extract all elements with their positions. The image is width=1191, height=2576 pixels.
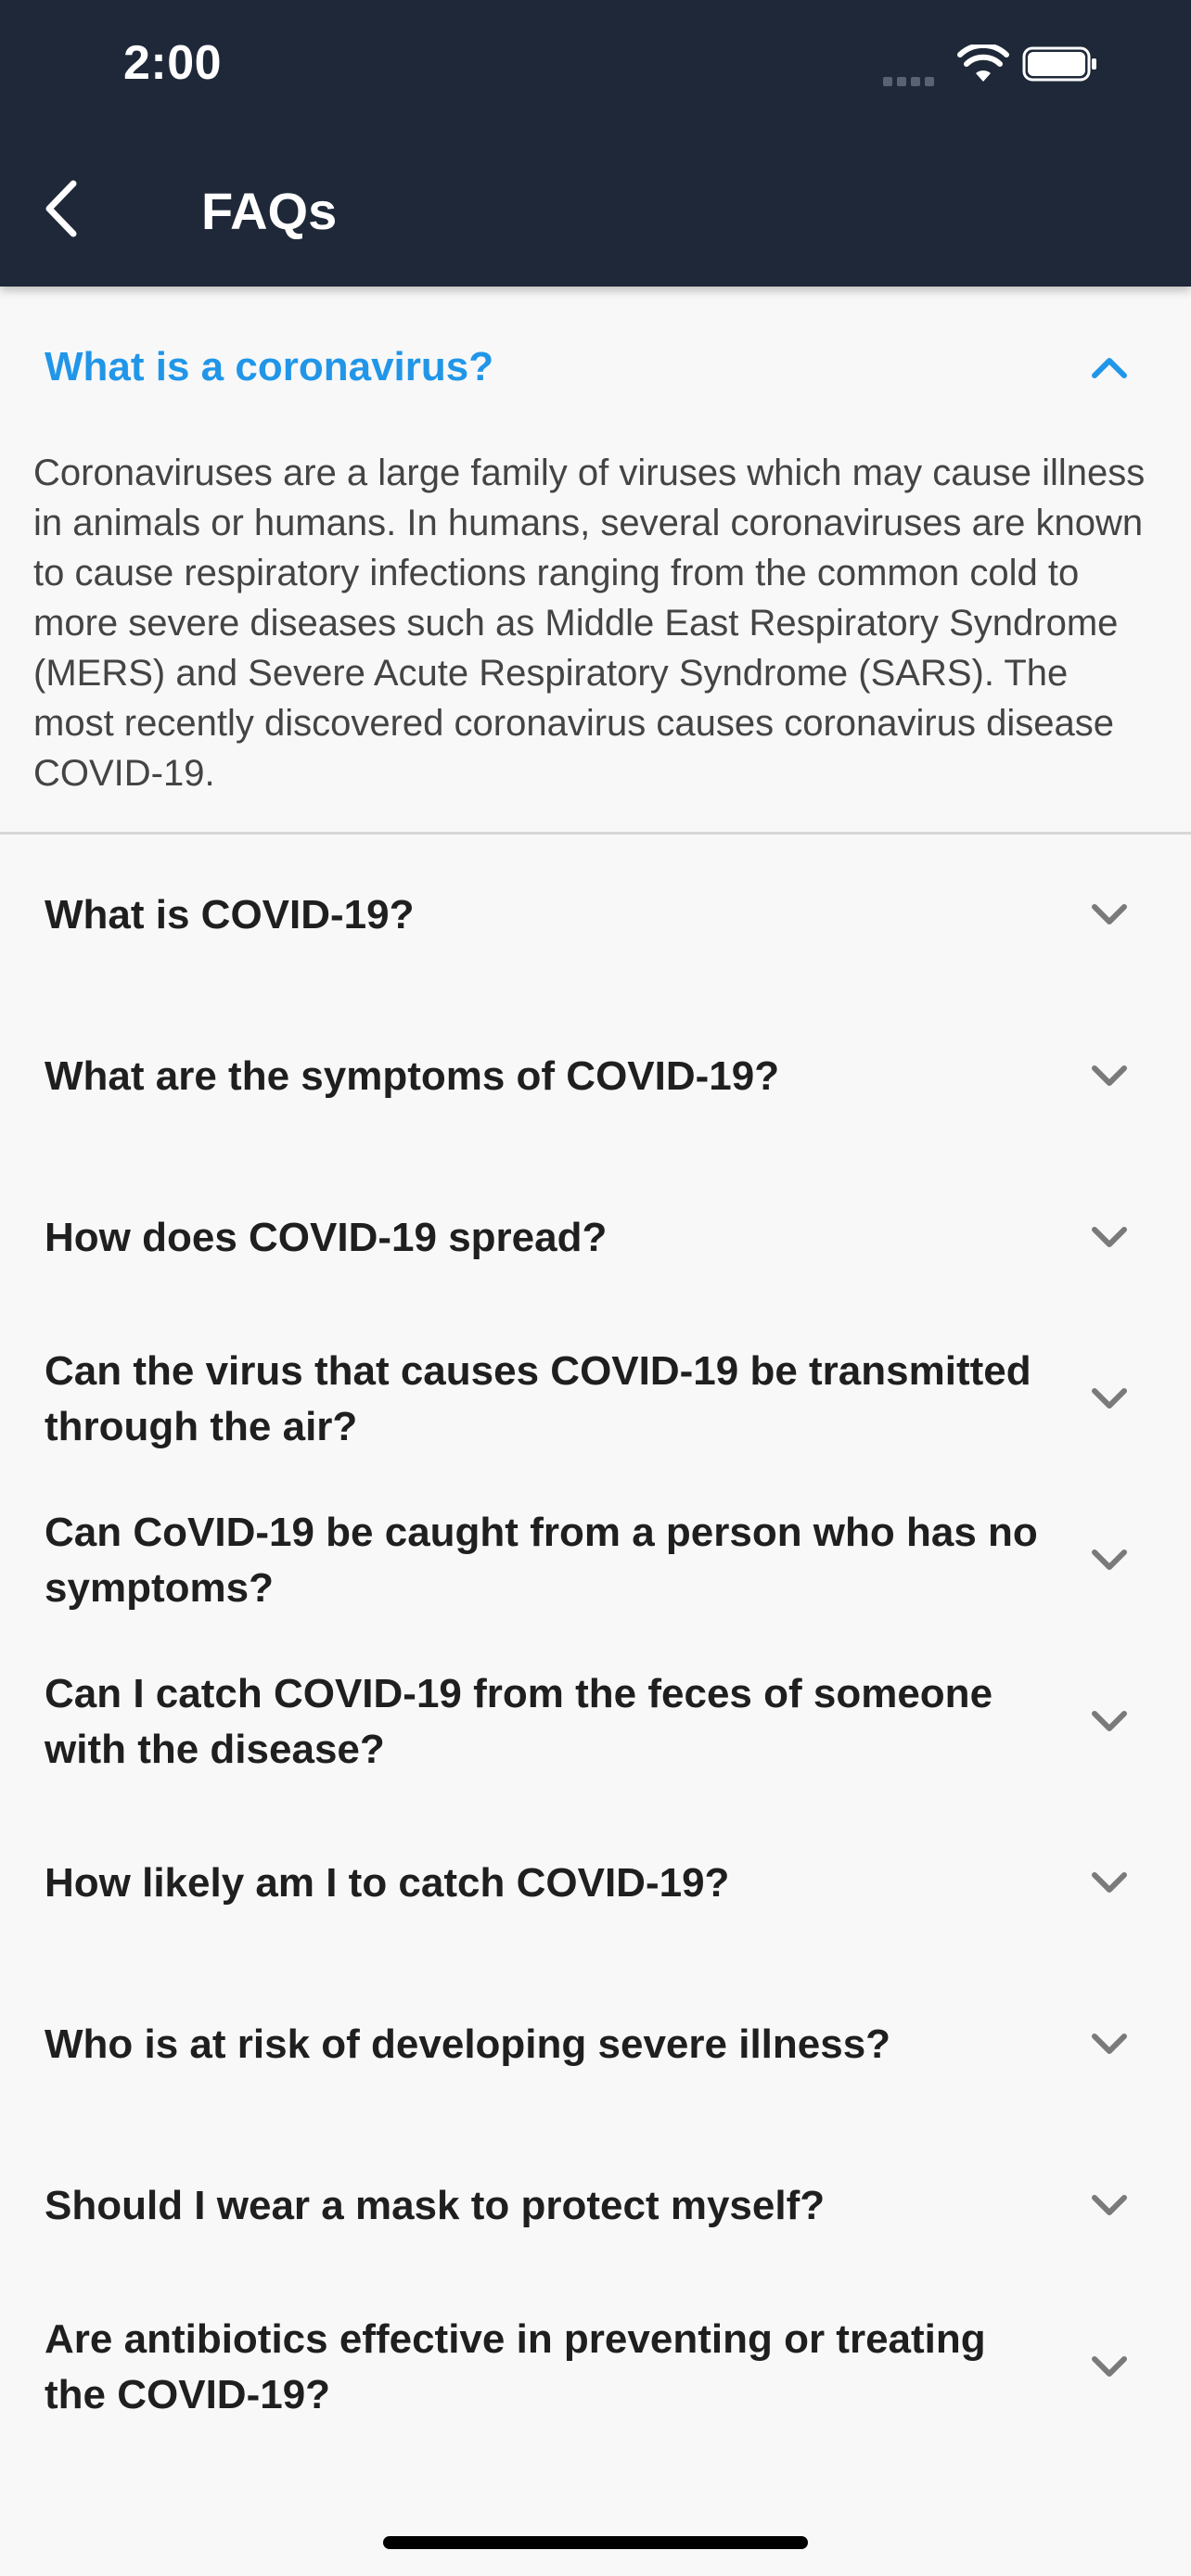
chevron-down-icon — [1092, 1065, 1127, 1086]
faq-item: How does COVID-19 spread? — [0, 1157, 1191, 1319]
faq-item: What is COVID-19? — [0, 835, 1191, 996]
faq-question-row[interactable]: What are the symptoms of COVID-19? — [0, 996, 1191, 1157]
faq-item: How likely am I to catch COVID-19? — [0, 1803, 1191, 1964]
faq-answer: Coronaviruses are a large family of viru… — [33, 453, 1146, 794]
faq-question-row[interactable]: Should I wear a mask to protect myself? — [0, 2125, 1191, 2287]
back-button[interactable] — [37, 176, 83, 241]
faq-question: Are antibiotics effective in preventing … — [45, 2316, 986, 2417]
chevron-down-icon — [1092, 1872, 1127, 1893]
status-time: 2:00 — [123, 36, 223, 90]
faq-item: Should I wear a mask to protect myself? — [0, 2125, 1191, 2287]
chevron-down-icon — [1092, 1711, 1127, 1731]
chevron-down-icon — [1092, 904, 1127, 925]
faq-question-row[interactable]: Are antibiotics effective in preventing … — [0, 2287, 1191, 2448]
chevron-left-icon — [45, 180, 77, 237]
faq-question-row[interactable]: How does COVID-19 spread? — [0, 1157, 1191, 1319]
faq-question: How does COVID-19 spread? — [45, 1215, 608, 1260]
home-indicator[interactable] — [383, 2536, 808, 2549]
faq-question: How likely am I to catch COVID-19? — [45, 1860, 730, 1906]
faq-question: What are the symptoms of COVID-19? — [45, 1053, 780, 1099]
faq-question: Can CoVID-19 be caught from a person who… — [45, 1510, 1038, 1611]
faq-question: Can I catch COVID-19 from the feces of s… — [45, 1671, 993, 1772]
faq-item: Who is at risk of developing severe illn… — [0, 1964, 1191, 2125]
status-icons — [883, 41, 1115, 87]
faq-item: What is a coronavirus? Coronaviruses are… — [0, 287, 1191, 835]
faq-question: What is COVID-19? — [45, 892, 415, 937]
wifi-icon — [957, 45, 1009, 82]
faq-question-row[interactable]: Can I catch COVID-19 from the feces of s… — [0, 1641, 1191, 1803]
faq-list: What is a coronavirus? Coronaviruses are… — [0, 287, 1191, 2448]
page-title: FAQs — [201, 182, 338, 240]
faq-item: Can CoVID-19 be caught from a person who… — [0, 1480, 1191, 1641]
faq-question-row[interactable]: What is a coronavirus? — [0, 287, 1191, 448]
faq-question-row[interactable]: Can CoVID-19 be caught from a person who… — [0, 1480, 1191, 1641]
faq-question-row[interactable]: Can the virus that causes COVID-19 be tr… — [0, 1319, 1191, 1480]
chevron-down-icon — [1092, 2356, 1127, 2377]
chevron-down-icon — [1092, 1227, 1127, 1247]
faq-item: What are the symptoms of COVID-19? — [0, 996, 1191, 1157]
faq-question: Should I wear a mask to protect myself? — [45, 2183, 826, 2228]
faq-question: What is a coronavirus? — [45, 344, 494, 389]
chevron-up-icon — [1092, 358, 1127, 378]
faq-question: Can the virus that causes COVID-19 be tr… — [45, 1348, 1031, 1449]
faq-question-row[interactable]: Who is at risk of developing severe illn… — [0, 1964, 1191, 2125]
chevron-down-icon — [1092, 1549, 1127, 1570]
chevron-down-icon — [1092, 1388, 1127, 1409]
faq-question: Who is at risk of developing severe illn… — [45, 2021, 891, 2067]
signal-icon — [883, 74, 941, 86]
chevron-down-icon — [1092, 2034, 1127, 2054]
battery-icon — [1022, 46, 1096, 82]
faq-item: Are antibiotics effective in preventing … — [0, 2287, 1191, 2448]
faq-question-row[interactable]: How likely am I to catch COVID-19? — [0, 1803, 1191, 1964]
chevron-down-icon — [1092, 2195, 1127, 2215]
faq-item: Can I catch COVID-19 from the feces of s… — [0, 1641, 1191, 1803]
faq-item: Can the virus that causes COVID-19 be tr… — [0, 1319, 1191, 1480]
faq-question-row[interactable]: What is COVID-19? — [0, 835, 1191, 996]
app-header: 2:00 FAQs — [0, 0, 1191, 287]
